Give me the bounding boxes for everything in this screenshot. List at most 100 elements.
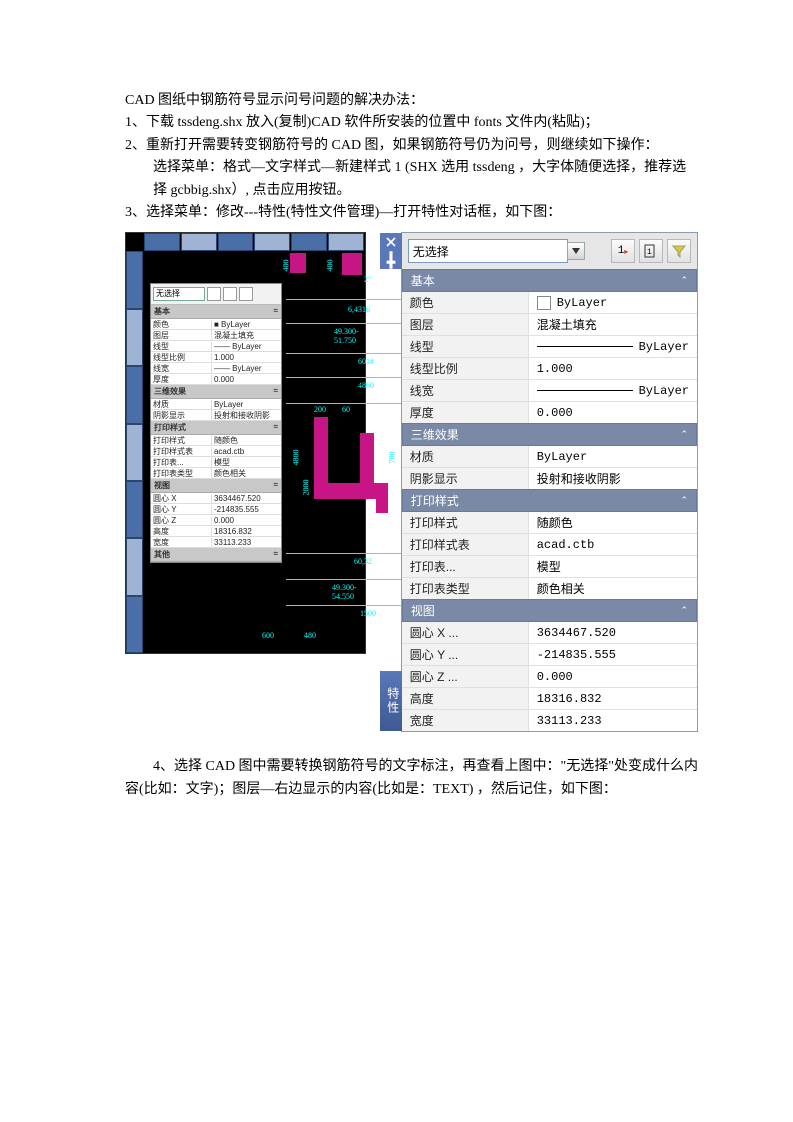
property-value[interactable]: 3634467.520 — [529, 622, 697, 643]
section-basic: 颜色ByLayer图层混凝土填充线型ByLayer线型比例1.000线宽ByLa… — [402, 292, 697, 423]
line-sample-icon — [537, 390, 633, 391]
property-row[interactable]: 高度18316.832 — [402, 688, 697, 710]
section-3d-header[interactable]: 三维效果⌃ — [402, 423, 697, 446]
property-value[interactable]: ByLayer — [529, 336, 697, 357]
property-key: 打印表... — [402, 556, 529, 577]
pin-icon[interactable] — [380, 251, 402, 269]
intro-text: CAD 图纸中钢筋符号显示问号问题的解决办法： 1、下载 tssdeng.shx… — [125, 90, 698, 224]
section-basic-header[interactable]: 基本⌃ — [402, 269, 697, 292]
property-row[interactable]: 颜色ByLayer — [402, 292, 697, 314]
dropdown-button[interactable] — [567, 242, 585, 260]
dim-49: 49.300-51.750 — [334, 327, 363, 345]
toolbar-btn-pick[interactable]: 1 — [639, 239, 663, 263]
palette-title: 特性 — [380, 671, 402, 731]
section-view-header[interactable]: 视图⌃ — [402, 599, 697, 622]
property-row[interactable]: 宽度33113.233 — [402, 710, 697, 731]
property-row[interactable]: 线型ByLayer — [402, 336, 697, 358]
chevron-down-icon: ⌃ — [680, 275, 688, 286]
property-value[interactable]: 0.000 — [529, 402, 697, 423]
property-value[interactable]: 颜色相关 — [529, 578, 697, 599]
property-value[interactable]: 0.000 — [529, 666, 697, 687]
property-key: 阴影显示 — [402, 468, 529, 489]
property-key: 高度 — [402, 688, 529, 709]
property-value[interactable]: ByLayer — [529, 292, 697, 313]
property-key: 线宽 — [402, 380, 529, 401]
dim-600: 600 — [262, 631, 274, 640]
dim-4860: 4860 — [358, 381, 374, 390]
dim-6014: 601# — [358, 357, 374, 366]
property-key: 厚度 — [402, 402, 529, 423]
property-row[interactable]: 线型比例1.000 — [402, 358, 697, 380]
property-value[interactable]: 随颜色 — [529, 512, 697, 533]
property-row[interactable]: 阴影显示投射和接收阴影 — [402, 468, 697, 489]
section-view: 圆心 X ...3634467.520圆心 Y ...-214835.555圆心… — [402, 622, 697, 731]
property-row[interactable]: 打印样式表acad.ctb — [402, 534, 697, 556]
property-value[interactable]: 33113.233 — [529, 710, 697, 731]
palette-toolbar: 无选择 1▸ 1 — [402, 233, 697, 269]
toolbar-btn-filter[interactable] — [667, 239, 691, 263]
dim-400a: 400 — [282, 260, 291, 272]
dim-700: 700 — [388, 452, 397, 464]
property-value[interactable]: 1.000 — [529, 358, 697, 379]
property-key: 圆心 Z ... — [402, 666, 529, 687]
mini-select[interactable]: 无选择 — [153, 287, 205, 301]
property-value[interactable]: -214835.555 — [529, 644, 697, 665]
property-key: 图层 — [402, 314, 529, 335]
color-swatch-icon — [537, 296, 551, 310]
dim-2in: 2" — [364, 275, 371, 284]
property-key: 圆心 Y ... — [402, 644, 529, 665]
title-line: CAD 图纸中钢筋符号显示问号问题的解决办法： — [125, 90, 698, 112]
property-key: 打印样式表 — [402, 534, 529, 555]
property-row[interactable]: 打印样式随颜色 — [402, 512, 697, 534]
property-value[interactable]: acad.ctb — [529, 534, 697, 555]
svg-text:1: 1 — [647, 248, 652, 257]
chevron-down-icon: ⌃ — [680, 605, 688, 616]
mini-btn-1[interactable] — [207, 287, 221, 301]
property-row[interactable]: 厚度0.000 — [402, 402, 697, 423]
chevron-down-icon: ⌃ — [680, 429, 688, 440]
property-value[interactable]: 混凝土填充 — [529, 314, 697, 335]
property-row[interactable]: 打印表...模型 — [402, 556, 697, 578]
property-value[interactable]: 投射和接收阴影 — [529, 468, 697, 489]
property-value[interactable]: 模型 — [529, 556, 697, 577]
step-3: 3、选择菜单：修改---特性(特性文件管理)—打开特性对话框，如下图： — [125, 202, 698, 224]
property-key: 打印表类型 — [402, 578, 529, 599]
property-key: 宽度 — [402, 710, 529, 731]
dim-60: 60 — [342, 405, 350, 414]
toolbar-btn-quick[interactable]: 1▸ — [611, 239, 635, 263]
property-row[interactable]: 圆心 X ...3634467.520 — [402, 622, 697, 644]
property-value[interactable]: ByLayer — [529, 380, 697, 401]
cad-screenshot-left: 400 400 2" 6,4316 49.300-51.750 601# 486… — [125, 232, 366, 654]
step-2a: 选择菜单：格式—文字样式—新建样式 1 (SHX 选用 tssdeng ，大字体… — [125, 157, 698, 202]
property-key: 材质 — [402, 446, 529, 467]
property-value[interactable]: ByLayer — [529, 446, 697, 467]
dim-2000: 2000 — [302, 480, 311, 496]
section-threed: 材质ByLayer阴影显示投射和接收阴影 — [402, 446, 697, 489]
properties-palette: 特性 无选择 1▸ 1 基本⌃ 颜色ByL — [401, 232, 698, 732]
property-row[interactable]: 材质ByLayer — [402, 446, 697, 468]
dim-200: 200 — [314, 405, 326, 414]
dim-4930: 49.300-54.550 — [332, 583, 363, 601]
property-value[interactable]: 18316.832 — [529, 688, 697, 709]
step-1: 1、下载 tssdeng.shx 放入(复制)CAD 软件所安装的位置中 fon… — [125, 112, 698, 134]
step-4: 4、选择 CAD 图中需要转换钢筋符号的文字标注，再查看上图中："无选择"处变成… — [125, 756, 698, 801]
line-sample-icon — [537, 346, 633, 347]
dim-400b: 400 — [326, 260, 335, 272]
select-value: 无选择 — [413, 243, 449, 260]
property-row[interactable]: 线宽ByLayer — [402, 380, 697, 402]
property-row[interactable]: 圆心 Y ...-214835.555 — [402, 644, 697, 666]
property-row[interactable]: 图层混凝土填充 — [402, 314, 697, 336]
property-row[interactable]: 打印表类型颜色相关 — [402, 578, 697, 599]
object-type-select[interactable]: 无选择 — [408, 239, 568, 263]
mini-btn-2[interactable] — [223, 287, 237, 301]
dim-4800: 4800 — [292, 450, 301, 466]
property-key: 颜色 — [402, 292, 529, 313]
dim-6431: 6,4316 — [348, 305, 370, 314]
dim-480: 480 — [304, 631, 316, 640]
property-row[interactable]: 圆心 Z ...0.000 — [402, 666, 697, 688]
mini-btn-3[interactable] — [239, 287, 253, 301]
property-key: 线型 — [402, 336, 529, 357]
section-print-header[interactable]: 打印样式⌃ — [402, 489, 697, 512]
property-key: 打印样式 — [402, 512, 529, 533]
section-print: 打印样式随颜色打印样式表acad.ctb打印表...模型打印表类型颜色相关 — [402, 512, 697, 599]
